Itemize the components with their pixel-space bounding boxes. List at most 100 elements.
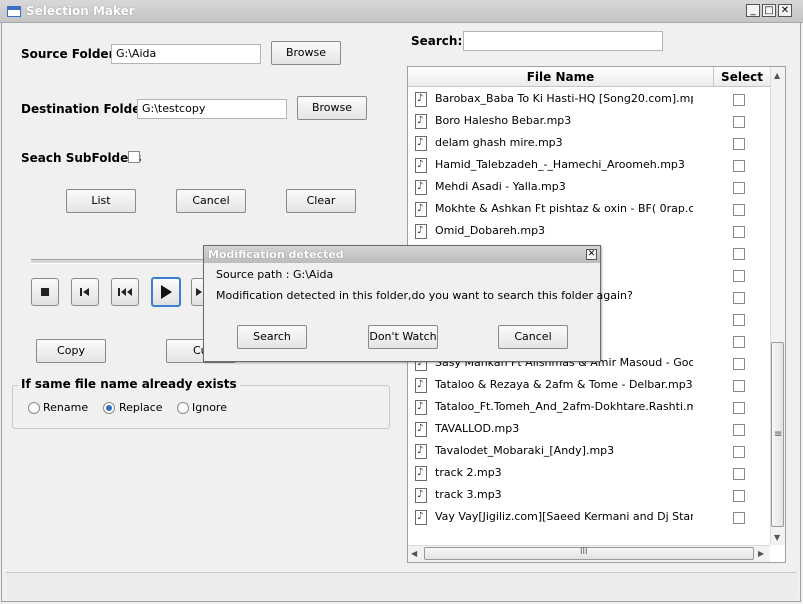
- rewind-icon: [118, 288, 132, 296]
- row-select-checkbox[interactable]: [733, 314, 745, 326]
- progress-slider[interactable]: [31, 259, 211, 264]
- select-header[interactable]: Select: [714, 67, 770, 87]
- scroll-down-icon[interactable]: ▼: [774, 533, 780, 542]
- table-row[interactable]: track 2.mp3: [408, 463, 770, 485]
- search-input[interactable]: [463, 31, 663, 51]
- table-row[interactable]: delam ghash mire.mp3: [408, 133, 770, 155]
- row-select-checkbox[interactable]: [733, 160, 745, 172]
- dialog-search-button[interactable]: Search: [237, 325, 307, 349]
- music-file-icon: [415, 158, 427, 173]
- music-file-icon: [415, 400, 427, 415]
- cancel-button[interactable]: Cancel: [176, 189, 246, 213]
- table-row[interactable]: Mokhte & Ashkan Ft pishtaz & oxin - BF( …: [408, 199, 770, 221]
- table-row[interactable]: Tataloo_Ft.Tomeh_And_2afm-Dokhtare.Rasht…: [408, 397, 770, 419]
- music-file-icon: [415, 378, 427, 393]
- row-select-checkbox[interactable]: [733, 226, 745, 238]
- file-name-cell: track 3.mp3: [435, 488, 502, 501]
- music-file-icon: [415, 466, 427, 481]
- dialog-titlebar: Modification detected: [204, 246, 600, 263]
- file-name-header[interactable]: File Name: [408, 67, 714, 87]
- copy-button[interactable]: Copy: [36, 339, 106, 363]
- row-select-checkbox[interactable]: [733, 182, 745, 194]
- replace-label: Replace: [119, 401, 163, 414]
- source-folder-input[interactable]: G:\Aida: [111, 44, 261, 64]
- table-row[interactable]: Omid_Dobareh.mp3: [408, 221, 770, 243]
- row-select-checkbox[interactable]: [733, 336, 745, 348]
- dialog-dont-watch-button[interactable]: Don't Watch: [368, 325, 438, 349]
- music-file-icon: [415, 92, 427, 107]
- music-file-icon: [415, 202, 427, 217]
- skip-back-icon: [80, 288, 89, 296]
- file-name-cell: TAVALLOD.mp3: [435, 422, 520, 435]
- replace-radio[interactable]: [103, 402, 115, 414]
- row-select-checkbox[interactable]: [733, 358, 745, 370]
- source-browse-button[interactable]: Browse: [271, 41, 341, 65]
- status-bar: [6, 572, 797, 599]
- scroll-left-icon[interactable]: ◀: [411, 549, 417, 558]
- search-subfolders-label: Seach SubFolders: [21, 151, 142, 165]
- row-select-checkbox[interactable]: [733, 292, 745, 304]
- table-row[interactable]: track 3.mp3: [408, 485, 770, 507]
- destination-folder-input[interactable]: G:\testcopy: [137, 99, 287, 119]
- table-row[interactable]: Boro Halesho Bebar.mp3: [408, 111, 770, 133]
- stop-icon: [41, 288, 49, 296]
- row-select-checkbox[interactable]: [733, 446, 745, 458]
- music-file-icon: [415, 180, 427, 195]
- file-name-cell: Tataloo_Ft.Tomeh_And_2afm-Dokhtare.Rasht…: [435, 400, 693, 413]
- dialog-cancel-button[interactable]: Cancel: [498, 325, 568, 349]
- row-select-checkbox[interactable]: [733, 380, 745, 392]
- music-file-icon: [415, 224, 427, 239]
- scroll-up-icon[interactable]: ▲: [774, 71, 780, 80]
- list-button[interactable]: List: [66, 189, 136, 213]
- source-folder-label: Source Folder:: [21, 47, 120, 61]
- row-select-checkbox[interactable]: [733, 512, 745, 524]
- row-select-checkbox[interactable]: [733, 204, 745, 216]
- ignore-radio[interactable]: [177, 402, 189, 414]
- same-name-group-title: If same file name already exists: [18, 377, 240, 391]
- row-select-checkbox[interactable]: [733, 138, 745, 150]
- table-row[interactable]: Tavalodet_Mobaraki_[Andy].mp3: [408, 441, 770, 463]
- music-file-icon: [415, 444, 427, 459]
- rename-radio[interactable]: [28, 402, 40, 414]
- row-select-checkbox[interactable]: [733, 468, 745, 480]
- play-button[interactable]: [151, 277, 181, 307]
- file-name-cell: Tataloo & Rezaya & 2afm & Tome - Delbar.…: [435, 378, 693, 391]
- dialog-source-path: Source path : G:\Aida: [216, 268, 334, 281]
- row-select-checkbox[interactable]: [733, 402, 745, 414]
- modification-dialog: Modification detected ✕ Source path : G:…: [203, 245, 633, 362]
- row-select-checkbox[interactable]: [733, 490, 745, 502]
- maximize-button[interactable]: □: [762, 4, 776, 17]
- search-label: Search:: [411, 34, 463, 48]
- horizontal-scroll-thumb[interactable]: [424, 547, 754, 560]
- minimize-button[interactable]: _: [746, 4, 760, 17]
- table-row[interactable]: Barobax_Baba To Ki Hasti-HQ [Song20.com]…: [408, 89, 770, 111]
- music-file-icon: [415, 136, 427, 151]
- search-subfolders-checkbox[interactable]: [128, 151, 140, 163]
- row-select-checkbox[interactable]: [733, 116, 745, 128]
- close-button[interactable]: ✕: [778, 4, 792, 17]
- row-select-checkbox[interactable]: [733, 248, 745, 260]
- rename-label: Rename: [43, 401, 89, 414]
- play-icon: [161, 285, 172, 299]
- table-row[interactable]: TAVALLOD.mp3: [408, 419, 770, 441]
- table-row[interactable]: Mehdi Asadi - Yalla.mp3: [408, 177, 770, 199]
- ignore-label: Ignore: [192, 401, 227, 414]
- scroll-right-icon[interactable]: ▶: [758, 549, 764, 558]
- file-name-cell: Boro Halesho Bebar.mp3: [435, 114, 572, 127]
- music-file-icon: [415, 114, 427, 129]
- file-name-cell: Vay Vay[Jigiliz.com][Saeed Kermani and D…: [435, 510, 693, 523]
- app-icon: [7, 6, 21, 17]
- dialog-close-icon[interactable]: ✕: [586, 249, 597, 260]
- row-select-checkbox[interactable]: [733, 270, 745, 282]
- previous-button[interactable]: [71, 278, 99, 306]
- rewind-button[interactable]: [111, 278, 139, 306]
- clear-button[interactable]: Clear: [286, 189, 356, 213]
- table-row[interactable]: Hamid_Talebzadeh_-_Hamechi_Aroomeh.mp3: [408, 155, 770, 177]
- destination-browse-button[interactable]: Browse: [297, 96, 367, 120]
- table-row[interactable]: Tataloo & Rezaya & 2afm & Tome - Delbar.…: [408, 375, 770, 397]
- stop-button[interactable]: [31, 278, 59, 306]
- forward-icon: [196, 288, 202, 296]
- row-select-checkbox[interactable]: [733, 424, 745, 436]
- row-select-checkbox[interactable]: [733, 94, 745, 106]
- table-row[interactable]: Vay Vay[Jigiliz.com][Saeed Kermani and D…: [408, 507, 770, 529]
